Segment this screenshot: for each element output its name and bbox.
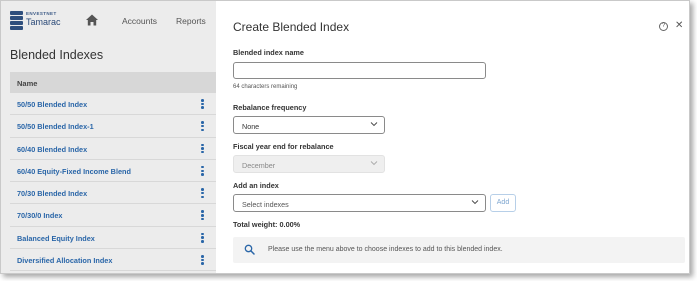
table-row: Balanced Equity Index — [10, 227, 216, 250]
close-icon[interactable]: ✕ — [675, 21, 683, 31]
chevron-down-icon — [370, 161, 378, 166]
blended-indexes-page: ENVESTNET Tamarac Accounts Reports Blend… — [1, 1, 216, 273]
create-blended-index-panel: Create Blended Index ? ✕ Blended index n… — [216, 1, 689, 273]
rebalance-frequency-value: None — [242, 121, 260, 131]
page-title: Blended Indexes — [10, 48, 104, 62]
logo-brand-top: ENVESTNET — [26, 11, 57, 16]
index-name-input[interactable] — [233, 62, 486, 79]
fiscal-year-end-label: Fiscal year end for rebalance — [233, 142, 334, 151]
index-name-label: Blended index name — [233, 48, 304, 57]
table-row: Diversified Allocation Index — [10, 249, 216, 272]
row-menu-kebab-icon[interactable] — [201, 99, 204, 109]
tamarac-logo: ENVESTNET Tamarac — [10, 11, 70, 33]
row-menu-kebab-icon[interactable] — [201, 121, 204, 132]
index-link[interactable]: Diversified Allocation Index — [17, 256, 112, 265]
characters-remaining: 64 characters remaining — [233, 84, 298, 90]
chevron-down-icon — [471, 200, 479, 205]
index-link[interactable]: 60/40 Blended Index — [17, 145, 87, 154]
help-icon[interactable]: ? — [659, 22, 668, 31]
table-row: 50/50 Blended Index-1 — [10, 115, 216, 138]
table-row: 70/30 Blended Index — [10, 182, 216, 205]
column-header-name[interactable]: Name — [10, 72, 216, 93]
row-menu-kebab-icon[interactable] — [201, 232, 204, 243]
select-indexes-placeholder: Select indexes — [242, 199, 289, 209]
logo-brand-main: Tamarac — [26, 17, 61, 27]
rebalance-frequency-label: Rebalance frequency — [233, 103, 307, 112]
table-row: 50/50 Blended Index — [10, 93, 216, 116]
row-menu-kebab-icon[interactable] — [201, 210, 204, 221]
info-message-text: Please use the menu above to choose inde… — [268, 246, 503, 253]
table-row: 60/40 Blended Index — [10, 138, 216, 160]
top-nav-bar: ENVESTNET Tamarac Accounts Reports — [1, 1, 216, 39]
empty-indexes-message: Please use the menu above to choose inde… — [233, 237, 685, 263]
table-row: 60/40 Equity-Fixed Income Blend — [10, 160, 216, 183]
index-link[interactable]: 60/40 Equity-Fixed Income Blend — [17, 167, 131, 176]
nav-accounts[interactable]: Accounts — [122, 16, 157, 26]
select-indexes-dropdown[interactable]: Select indexes — [233, 194, 486, 212]
logo-mark-icon — [10, 11, 23, 31]
index-link[interactable]: 70/30/0 Index — [17, 211, 62, 220]
row-menu-kebab-icon[interactable] — [201, 143, 204, 154]
index-link[interactable]: 70/30 Blended Index — [17, 189, 87, 198]
table-row: 70/30/0 Index — [10, 204, 216, 227]
rebalance-frequency-select[interactable]: None — [233, 116, 385, 134]
panel-title: Create Blended Index — [233, 20, 350, 34]
row-menu-kebab-icon[interactable] — [201, 255, 204, 265]
app-window: ENVESTNET Tamarac Accounts Reports Blend… — [0, 0, 690, 274]
index-link[interactable]: 50/50 Blended Index-1 — [17, 122, 94, 131]
chevron-down-icon — [370, 122, 378, 127]
index-link[interactable]: 50/50 Blended Index — [17, 100, 87, 109]
total-weight: Total weight: 0.00% — [233, 220, 301, 229]
nav-reports[interactable]: Reports — [176, 16, 206, 26]
fiscal-year-end-value: December — [242, 160, 276, 170]
add-index-label: Add an index — [233, 181, 279, 190]
search-icon — [244, 244, 255, 255]
index-link[interactable]: Balanced Equity Index — [17, 234, 95, 243]
row-menu-kebab-icon[interactable] — [201, 165, 204, 176]
home-icon[interactable] — [85, 13, 99, 27]
fiscal-year-end-select: December — [233, 155, 385, 173]
add-index-button[interactable]: Add — [490, 194, 516, 212]
blended-indexes-table: Name 50/50 Blended Index 50/50 Blended I… — [10, 72, 216, 272]
row-menu-kebab-icon[interactable] — [201, 188, 204, 199]
